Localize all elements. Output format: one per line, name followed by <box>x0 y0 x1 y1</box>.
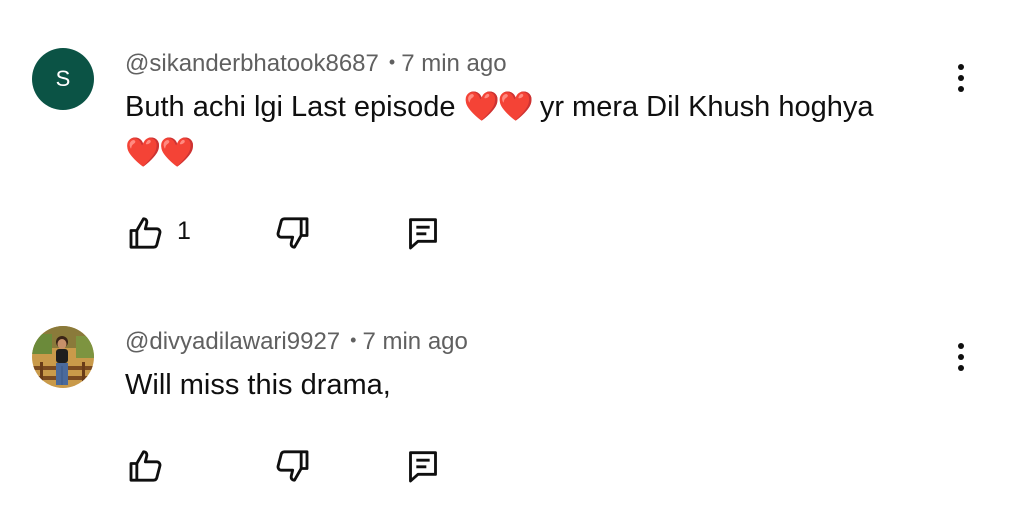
thumbs-up-icon <box>129 217 162 249</box>
thumbs-down-icon <box>276 450 309 482</box>
avatar[interactable] <box>32 326 94 388</box>
comment-text-part: yr mera Dil Khush hoghya <box>531 91 874 123</box>
like-count: 1 <box>177 217 191 245</box>
comment-author-handle[interactable]: @divyadilawari9927 <box>125 328 340 355</box>
comment-timestamp[interactable]: 7 min ago <box>362 328 467 355</box>
comment-meta: @divyadilawari9927 • 7 min ago <box>125 328 468 356</box>
reply-comment-icon <box>409 451 437 483</box>
comment-timestamp[interactable]: 7 min ago <box>401 50 506 77</box>
thumbs-down-icon <box>276 217 309 249</box>
comment-text-part: Buth achi lgi Last episode <box>125 91 456 123</box>
dislike-button[interactable] <box>272 213 312 253</box>
profile-photo <box>32 326 94 388</box>
comment-author-handle[interactable]: @sikanderbhatook8687 <box>125 50 379 77</box>
avatar[interactable]: S <box>32 48 94 110</box>
more-vert-icon[interactable] <box>948 58 974 98</box>
comment-text: Will miss this drama, <box>125 369 391 401</box>
comment-meta: @sikanderbhatook8687 • 7 min ago <box>125 50 507 78</box>
thumbs-up-icon <box>129 450 162 482</box>
meta-separator: • <box>350 330 357 350</box>
like-button[interactable] <box>126 446 166 486</box>
meta-separator: • <box>388 52 396 72</box>
more-vert-icon[interactable] <box>948 337 974 377</box>
dislike-button[interactable] <box>272 446 312 486</box>
reply-button[interactable] <box>403 213 443 253</box>
like-button[interactable] <box>126 213 166 253</box>
reply-comment-icon <box>409 218 437 250</box>
heart-emoji: ❤️❤️ <box>463 91 534 123</box>
reply-button[interactable] <box>403 446 443 486</box>
heart-emoji: ❤️❤️ <box>125 137 195 169</box>
comment-text: Buth achi lgi Last episode ❤️❤️ yr mera … <box>125 84 925 176</box>
